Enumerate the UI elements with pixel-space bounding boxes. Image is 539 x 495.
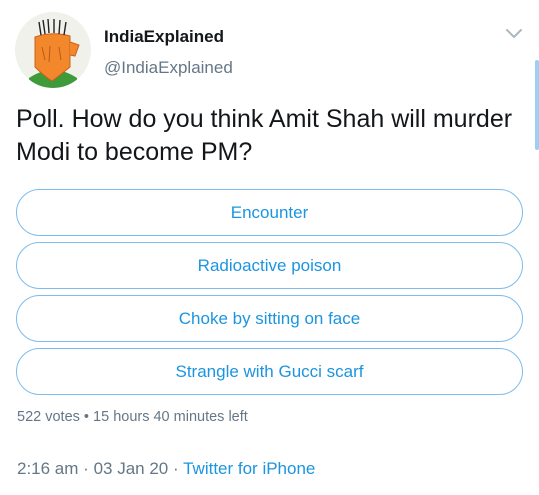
meta-separator: · [173,459,179,478]
poll-meta: 522 votes • 15 hours 40 minutes left [17,409,248,425]
avatar[interactable] [15,12,91,88]
chevron-down-icon[interactable] [505,28,523,40]
poll-option-choke[interactable]: Choke by sitting on face [16,295,523,342]
user-handle[interactable]: @IndiaExplained [104,58,233,78]
scrollbar[interactable] [535,60,539,150]
meta-separator: · [83,459,89,478]
source-link[interactable]: Twitter for iPhone [183,459,315,478]
vote-count: 522 votes [17,409,80,425]
display-name[interactable]: IndiaExplained [104,27,224,47]
poll: Encounter Radioactive poison Choke by si… [16,189,523,401]
poll-option-encounter[interactable]: Encounter [16,189,523,236]
tweet-time: 2:16 am [17,459,79,478]
meta-separator: • [83,409,89,425]
avatar-drawing [15,12,91,88]
poll-option-strangle[interactable]: Strangle with Gucci scarf [16,348,523,395]
tweet-text: Poll. How do you think Amit Shah will mu… [16,105,513,166]
time-left: 15 hours 40 minutes left [93,409,248,425]
poll-option-radioactive-poison[interactable]: Radioactive poison [16,242,523,289]
tweet-meta: 2:16 am · 03 Jan 20 · Twitter for iPhone [17,459,315,479]
tweet-card: IndiaExplained @IndiaExplained Poll. How… [0,0,539,495]
tweet-date: 03 Jan 20 [93,459,169,478]
